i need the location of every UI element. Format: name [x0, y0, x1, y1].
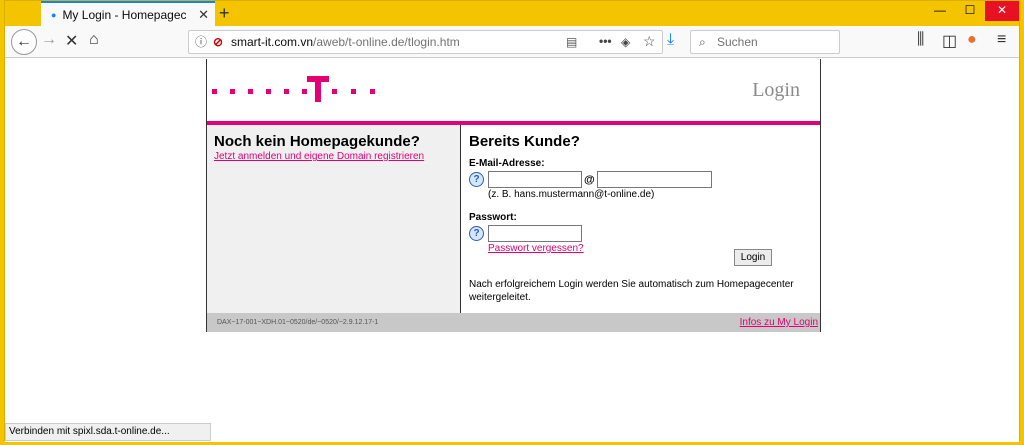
telekom-t-logo	[307, 76, 329, 102]
reader-view-icon[interactable]: ▤	[566, 31, 577, 53]
download-icon[interactable]: ⤓	[667, 31, 674, 49]
footer-code: DAX~17-001~XDH.01~0520/de/~0520/~2.9.12.…	[217, 319, 379, 326]
telekom-dots-left	[212, 89, 307, 94]
window-controls: — ☐ ✕	[925, 1, 1019, 21]
title-bar: ● My Login - Homepagecenter L ✕ + — ☐ ✕	[5, 1, 1019, 26]
new-customer-heading: Noch kein Homepagekunde?	[214, 133, 420, 150]
existing-customer-section: Bereits Kunde? E-Mail-Adresse: ? @ (z. B…	[462, 125, 820, 313]
email-row: ? @	[469, 171, 813, 188]
email-help-icon[interactable]: ?	[469, 172, 484, 187]
pocket-icon[interactable]: ◈	[621, 31, 630, 53]
login-button[interactable]: Login	[734, 249, 772, 266]
header-login-title: Login	[752, 79, 800, 101]
login-panel: Login Noch kein Homepagekunde? Jetzt anm…	[206, 59, 821, 332]
sidebar-icon[interactable]: ◫	[942, 31, 957, 51]
status-bar: Verbinden mit spixl.sda.t-online.de...	[5, 423, 211, 441]
forward-icon[interactable]: →	[41, 31, 57, 49]
email-hint: (z. B. hans.mustermann@t-online.de)	[488, 189, 655, 200]
search-input[interactable]: ⌕ Suchen	[690, 30, 840, 54]
loading-dot-icon: ●	[51, 9, 57, 20]
email-user-field[interactable]	[488, 171, 582, 188]
url-path: /aweb/t-online.de/tlogin.htm	[313, 35, 460, 49]
page-footer: DAX~17-001~XDH.01~0520/de/~0520/~2.9.12.…	[207, 313, 820, 332]
register-link[interactable]: Jetzt anmelden und eigene Domain registr…	[214, 151, 453, 162]
window-close-icon[interactable]: ✕	[985, 1, 1019, 21]
new-tab-icon[interactable]: +	[219, 3, 230, 24]
email-domain-field[interactable]	[596, 171, 712, 188]
password-row: ?	[469, 225, 813, 242]
url-bar[interactable]: ⓘ ⊘ smart-it.com.vn/aweb/t-online.de/tlo…	[188, 30, 663, 54]
existing-customer-heading: Bereits Kunde?	[469, 133, 580, 150]
minimize-icon[interactable]: —	[925, 1, 955, 21]
bookmark-star-icon[interactable]: ☆	[643, 30, 656, 52]
password-field[interactable]	[488, 225, 582, 242]
maximize-icon[interactable]: ☐	[955, 1, 985, 21]
browser-tab[interactable]: ● My Login - Homepagecenter L ✕	[41, 1, 215, 26]
browser-window: ● My Login - Homepagecenter L ✕ + — ☐ ✕ …	[4, 0, 1020, 442]
library-icon[interactable]: ⫼	[917, 31, 924, 49]
info-icon[interactable]: ⓘ	[195, 31, 207, 53]
navigation-bar: ← → ✕ ⌂ ⓘ ⊘ smart-it.com.vn/aweb/t-onlin…	[5, 26, 1019, 58]
page-header: Login	[207, 59, 820, 121]
info-link[interactable]: Infos zu My Login	[740, 313, 818, 332]
page-actions-icon[interactable]: •••	[599, 30, 612, 52]
tab-close-icon[interactable]: ✕	[198, 7, 209, 23]
password-help-icon[interactable]: ?	[469, 226, 484, 241]
new-customer-section: Noch kein Homepagekunde? Jetzt anmelden …	[207, 125, 461, 313]
home-icon[interactable]: ⌂	[89, 31, 99, 49]
page-content: Login Noch kein Homepagekunde? Jetzt anm…	[5, 59, 1019, 442]
telekom-dots-right	[332, 89, 375, 94]
menu-icon[interactable]: ≡	[997, 31, 1006, 49]
insecure-lock-icon[interactable]: ⊘	[213, 31, 223, 53]
search-placeholder: Suchen	[717, 35, 758, 49]
stop-icon[interactable]: ✕	[65, 31, 78, 51]
at-sign: @	[584, 173, 595, 186]
firefox-account-icon[interactable]: ●	[967, 31, 977, 49]
url-text[interactable]: smart-it.com.vn/aweb/t-online.de/tlogin.…	[231, 31, 460, 53]
password-label: Passwort:	[469, 212, 517, 223]
search-icon: ⌕	[699, 35, 706, 49]
tab-title: My Login - Homepagecenter L	[62, 7, 187, 22]
redirect-notice: Nach erfolgreichem Login werden Sie auto…	[469, 279, 794, 303]
email-label: E-Mail-Adresse:	[469, 158, 545, 169]
back-icon[interactable]: ←	[11, 29, 37, 55]
url-host: smart-it.com.vn	[231, 35, 314, 49]
